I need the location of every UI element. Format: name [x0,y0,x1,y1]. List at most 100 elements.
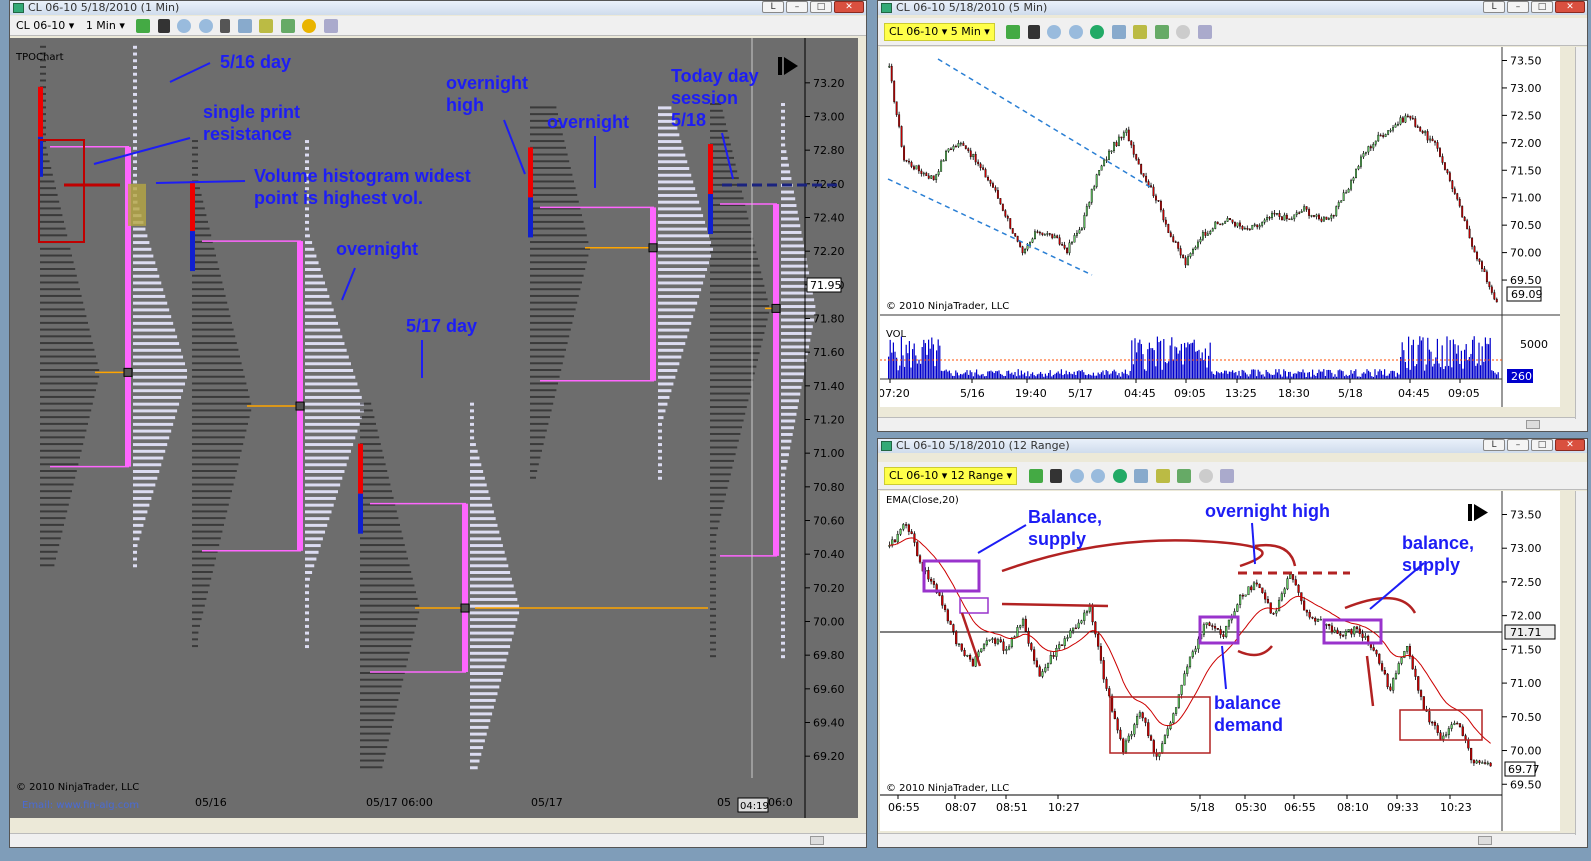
volume-bar [1220,372,1222,379]
volume-histogram-bar [658,227,708,231]
up-candle [1362,153,1365,158]
minimize-button[interactable]: – [1507,439,1529,451]
indicators-icon[interactable] [1154,25,1169,39]
tpo-letter-row [710,500,725,503]
tpo-chart-pane[interactable]: 73.2073.0072.8072.6072.4072.2072.0071.80… [10,38,858,818]
five-min-vertical-scrollbar[interactable] [1575,47,1587,419]
up-candle [1080,620,1083,624]
annotation-overnight-high-2: high [446,95,484,115]
order-icon[interactable] [1198,469,1213,483]
volume-bar [1062,374,1064,379]
properties-icon[interactable] [237,19,252,33]
strategy-icon[interactable] [1133,25,1148,39]
globe-icon[interactable] [1090,25,1105,39]
minimize-button[interactable]: – [786,1,808,13]
volume-bar [1201,352,1203,379]
properties-icon[interactable] [1111,25,1126,39]
close-button[interactable]: ✕ [834,1,864,13]
tpo-chart-window[interactable]: CL 06-10 5/18/2010 (1 Min) L – □ ✕ CL 06… [9,0,867,848]
volume-bar [1308,372,1310,379]
pencil-draw-icon[interactable] [1050,469,1063,483]
volume-histogram-bar [658,422,662,426]
strategy-icon[interactable] [259,19,274,33]
order-icon[interactable] [302,19,317,33]
crosshair-icon[interactable] [220,19,231,33]
minimize-button[interactable]: – [1507,1,1529,13]
range-window[interactable]: CL 06-10 5/18/2010 (12 Range) L – □ ✕ CL… [877,438,1588,848]
tpo-letter-row [710,641,716,644]
down-candle [1036,231,1039,233]
close-button[interactable]: ✕ [1555,439,1585,451]
link-button[interactable]: L [1483,439,1505,451]
tpo-letter-row [710,345,762,348]
data-box-icon[interactable] [323,19,338,33]
candlestick-style-icon[interactable] [136,19,151,33]
zoom-out-icon[interactable] [1091,469,1106,483]
up-candle [959,142,962,145]
indicators-icon[interactable] [1177,469,1192,483]
volume-bar [1081,369,1083,379]
range-chart-pane[interactable]: 73.50 73.00 72.50 72.00 71.50 71.00 70.50 70.00… [880,491,1560,831]
strategy-icon[interactable] [1155,469,1170,483]
five-min-horizontal-scrollbar[interactable] [878,417,1587,431]
interval-selector[interactable]: 1 Min ▾ [86,16,125,36]
tpo-letter-row [192,355,240,358]
volume-bar [1193,339,1195,379]
globe-icon[interactable] [1112,469,1127,483]
volume-bar [1457,345,1459,379]
instrument-selector[interactable]: CL 06-10 ▾ [16,16,74,36]
range-vertical-scrollbar[interactable] [1575,491,1587,835]
zoom-out-icon[interactable] [198,19,213,33]
range-titlebar[interactable]: CL 06-10 5/18/2010 (12 Range) L – □ ✕ [878,439,1587,453]
tpo-window-titlebar[interactable]: CL 06-10 5/18/2010 (1 Min) L – □ ✕ [10,1,866,15]
down-candle [1328,624,1331,627]
range-horizontal-scrollbar[interactable] [878,833,1587,847]
candlestick-style-icon[interactable] [1028,469,1043,483]
tpo-letter-row [40,355,96,358]
volume-histogram-bar [470,443,476,447]
data-box-icon[interactable] [1220,469,1235,483]
tpo-horizontal-scrollbar[interactable] [10,833,866,847]
go-to-end-icon[interactable] [1468,504,1488,521]
maximize-button[interactable]: □ [810,1,832,13]
tpo-y-tick-label: 70.20 [813,582,845,595]
order-icon[interactable] [1176,25,1191,39]
indicators-icon[interactable] [280,19,295,33]
up-candle [1253,224,1256,226]
five-min-window[interactable]: CL 06-10 5/18/2010 (5 Min) L – □ ✕ CL 06… [877,0,1588,432]
volume-histogram-bar [658,167,690,170]
volume-bar [1075,374,1077,379]
go-to-end-icon[interactable] [778,57,798,75]
zoom-in-icon[interactable] [177,19,192,33]
link-button[interactable]: L [762,1,784,13]
candlestick-style-icon[interactable] [1006,25,1021,39]
zoom-in-icon[interactable] [1047,25,1062,39]
down-candle [1288,218,1291,220]
pencil-draw-icon[interactable] [157,19,170,33]
tpo-letter-row [192,268,220,270]
five-min-titlebar[interactable]: CL 06-10 5/18/2010 (5 Min) L – □ ✕ [878,1,1587,15]
volume-histogram-bar [781,628,785,632]
volume-histogram-bar [781,190,794,194]
instrument-selector[interactable]: CL 06-10 ▾ 5 Min ▾ [884,23,995,41]
maximize-button[interactable]: □ [1531,1,1553,13]
volume-bar [918,359,920,379]
volume-bar [1072,374,1074,379]
volume-bar [1262,374,1264,379]
properties-icon[interactable] [1134,469,1149,483]
zoom-out-icon[interactable] [1068,25,1083,39]
five-min-chart-pane[interactable]: 73.50 73.00 72.50 72.00 71.50 71.00 70.50 70.00… [880,47,1560,407]
instrument-selector[interactable]: CL 06-10 ▾ 12 Range ▾ [884,467,1018,485]
down-candle [1441,156,1444,163]
maximize-button[interactable]: □ [1531,439,1553,451]
volume-histogram-bar [658,389,672,393]
close-button[interactable]: ✕ [1555,1,1585,13]
zoom-in-icon[interactable] [1069,469,1084,483]
up-candle [1043,234,1046,236]
link-button[interactable]: L [1483,1,1505,13]
tpo-letter-row [530,382,558,385]
footer-link[interactable]: Email: www.fin-alg.com [22,800,139,811]
data-box-icon[interactable] [1197,25,1212,39]
pencil-draw-icon[interactable] [1027,25,1040,39]
volume-bar [1057,371,1059,379]
